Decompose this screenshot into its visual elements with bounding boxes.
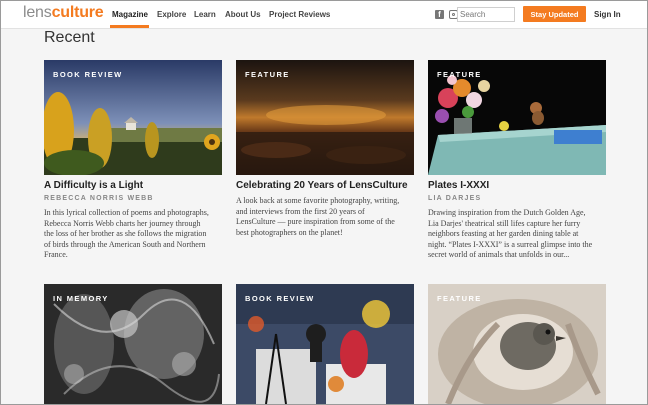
description-line: best photographers on the planet!	[236, 227, 343, 237]
logo-suffix: culture	[51, 4, 104, 21]
stay-updated-button[interactable]: Stay Updated	[523, 6, 586, 22]
category-tag: BOOK REVIEW	[245, 294, 315, 303]
page: lensculture Magazine Explore Learn About…	[0, 0, 648, 405]
article-description: Drawing inspiration from the Dutch Golde…	[428, 208, 614, 261]
description-line: Lia Darjes' theatrical still lifes captu…	[428, 218, 581, 228]
description-line: and interviews from the first 20 years o…	[236, 206, 365, 216]
article-title[interactable]: Plates I-XXXI	[428, 180, 618, 191]
nav-explore[interactable]: Explore	[157, 10, 186, 19]
description-line: Rebecca Norris Webb charts her journey t…	[44, 218, 201, 228]
nav-learn[interactable]: Learn	[194, 10, 216, 19]
article-title[interactable]: A Difficulty is a Light	[44, 180, 234, 191]
article-description: In this lyrical collection of poems and …	[44, 208, 230, 261]
description-line: In this lyrical collection of poems and …	[44, 208, 209, 217]
description-line: Drawing inspiration from the Dutch Golde…	[428, 208, 586, 217]
category-tag: FEATURE	[437, 294, 482, 303]
nav-about-us[interactable]: About Us	[225, 10, 261, 19]
article-thumbnail[interactable]: IN MEMORY	[44, 284, 222, 404]
logo-prefix: lens	[23, 4, 52, 21]
article-thumbnail[interactable]: BOOK REVIEW	[44, 60, 222, 175]
nav-magazine[interactable]: Magazine	[112, 10, 148, 19]
description-line: neighbors feasting at her garden dining …	[428, 229, 579, 238]
facebook-icon[interactable]: f	[435, 10, 444, 19]
article-author[interactable]: REBECCA NORRIS WEBB	[44, 195, 154, 202]
article-thumbnail[interactable]: FEATURE	[236, 60, 414, 175]
article-author[interactable]: LIA DARJES	[428, 195, 481, 202]
description-line: France.	[44, 250, 68, 259]
description-line: A look back at some favorite photography…	[236, 196, 400, 205]
article-thumbnail[interactable]: BOOK REVIEW	[236, 284, 414, 404]
search-input[interactable]	[457, 7, 515, 22]
section-heading: Recent	[44, 29, 95, 46]
category-tag: FEATURE	[437, 70, 482, 79]
category-tag: IN MEMORY	[53, 294, 109, 303]
top-nav: lensculture Magazine Explore Learn About…	[1, 1, 647, 29]
nav-project-reviews[interactable]: Project Reviews	[269, 10, 330, 19]
sign-in-link[interactable]: Sign In	[594, 10, 621, 19]
article-thumbnail[interactable]: FEATURE	[428, 284, 606, 404]
article-description: A look back at some favorite photography…	[236, 196, 422, 238]
logo[interactable]: lensculture	[23, 4, 104, 22]
article-title[interactable]: Celebrating 20 Years of LensCulture	[236, 180, 426, 191]
description-line: LensCulture — pure inspiration from some…	[236, 217, 395, 226]
description-line: the loss of her brother as she follows t…	[44, 229, 207, 238]
active-nav-indicator	[110, 25, 149, 28]
description-line: night. “Plates I-XXXI” is a surreal glim…	[428, 239, 593, 249]
category-tag: BOOK REVIEW	[53, 70, 123, 79]
category-tag: FEATURE	[245, 70, 290, 79]
description-line: secret world of animals that unfolds in …	[428, 250, 570, 259]
description-line: of birds through the American South and …	[44, 239, 206, 249]
article-thumbnail[interactable]: FEATURE	[428, 60, 606, 175]
